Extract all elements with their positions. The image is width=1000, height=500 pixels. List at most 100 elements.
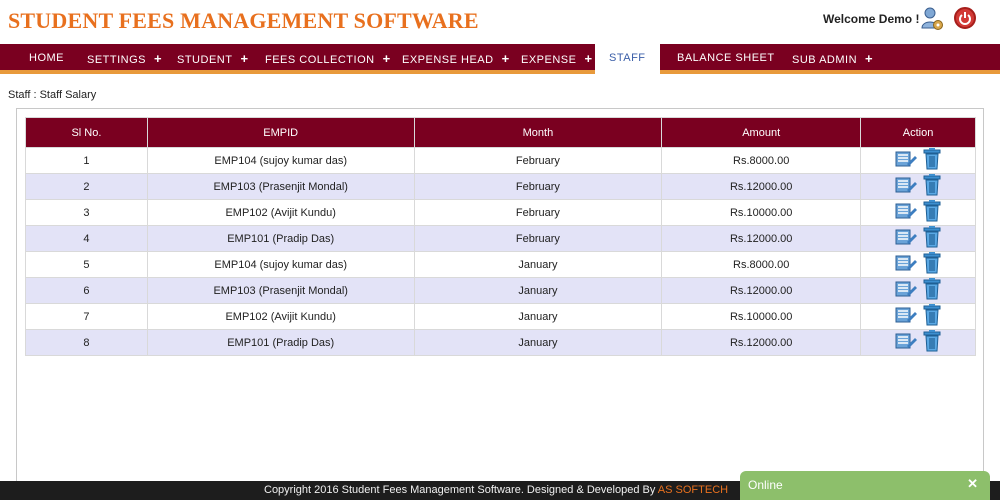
cell-amount: Rs.8000.00 — [661, 147, 862, 174]
logout-power-icon[interactable] — [954, 7, 976, 29]
cell-month: January — [413, 329, 663, 356]
chat-status-label: Online — [748, 478, 783, 492]
page: STUDENT FEES MANAGEMENT SOFTWARE Welcome… — [0, 0, 1000, 500]
nav-sub-admin[interactable]: SUB ADMIN + — [792, 44, 873, 70]
cell-action — [860, 251, 976, 278]
cell-amount: Rs.12000.00 — [661, 225, 862, 252]
edit-icon[interactable] — [895, 280, 918, 301]
nav-expense-head[interactable]: EXPENSE HEAD + — [402, 44, 510, 70]
nav-staff[interactable]: STAFF — [595, 44, 660, 74]
col-header-month: Month — [413, 117, 663, 148]
table-row: 5 EMP104 (sujoy kumar das) January Rs.8000.… — [25, 251, 976, 278]
cell-action — [860, 199, 976, 226]
cell-sl: 3 — [25, 199, 148, 226]
cell-amount: Rs.12000.00 — [661, 173, 862, 200]
user-settings-icon[interactable] — [920, 6, 944, 32]
cell-empid: EMP104 (sujoy kumar das) — [146, 251, 415, 278]
cell-sl: 4 — [25, 225, 148, 252]
edit-icon[interactable] — [895, 150, 918, 171]
table-header-row: Sl No. EMPID Month Amount Action — [25, 117, 976, 148]
welcome-text: Welcome Demo ! — [823, 12, 920, 26]
nav-settings-label: SETTINGS — [87, 54, 147, 66]
cell-amount: Rs.12000.00 — [661, 329, 862, 356]
cell-empid: EMP102 (Avijit Kundu) — [146, 303, 415, 330]
nav-balance-sheet-label: BALANCE SHEET — [677, 52, 775, 64]
nav-home[interactable]: HOME — [29, 44, 64, 70]
table-row: 4 EMP101 (Pradip Das) February Rs.12000.00 — [25, 225, 976, 252]
table-row: 8 EMP101 (Pradip Das) January Rs.12000.00 — [25, 329, 976, 356]
online-chat-widget[interactable]: Online ✕ — [740, 471, 990, 500]
delete-icon[interactable] — [923, 148, 941, 173]
edit-icon[interactable] — [895, 228, 918, 249]
cell-month: February — [413, 225, 663, 252]
delete-icon[interactable] — [923, 252, 941, 277]
nav-student[interactable]: STUDENT + — [177, 44, 249, 70]
delete-icon[interactable] — [923, 174, 941, 199]
cell-empid: EMP102 (Avijit Kundu) — [146, 199, 415, 226]
developer-link[interactable]: AS SOFTECH — [658, 484, 728, 496]
cell-action — [860, 277, 976, 304]
cell-sl: 8 — [25, 329, 148, 356]
table-row: 1 EMP104 (sujoy kumar das) February Rs.8000… — [25, 147, 976, 174]
nav-settings[interactable]: SETTINGS + — [87, 44, 162, 70]
cell-empid: EMP103 (Prasenjit Mondal) — [146, 173, 415, 200]
cell-amount: Rs.12000.00 — [661, 277, 862, 304]
nav-fees-collection[interactable]: FEES COLLECTION + — [265, 44, 391, 70]
table-row: 2 EMP103 (Prasenjit Mondal) February Rs.120… — [25, 173, 976, 200]
cell-action — [860, 303, 976, 330]
col-header-sl: Sl No. — [25, 117, 148, 148]
staff-salary-panel: Sl No. EMPID Month Amount Action 1 EMP104… — [16, 108, 984, 483]
table-row: 3 EMP102 (Avijit Kundu) February Rs.10000.0… — [25, 199, 976, 226]
delete-icon[interactable] — [923, 226, 941, 251]
plus-icon: + — [865, 51, 874, 66]
cell-sl: 7 — [25, 303, 148, 330]
nav-expense-label: EXPENSE — [521, 54, 577, 66]
app-title: STUDENT FEES MANAGEMENT SOFTWARE — [8, 8, 479, 33]
nav-student-label: STUDENT — [177, 54, 233, 66]
delete-icon[interactable] — [923, 278, 941, 303]
edit-icon[interactable] — [895, 202, 918, 223]
delete-icon[interactable] — [923, 304, 941, 329]
close-icon[interactable]: ✕ — [967, 476, 978, 492]
nav-balance-sheet[interactable]: BALANCE SHEET — [677, 44, 775, 70]
edit-icon[interactable] — [895, 176, 918, 197]
cell-month: February — [413, 147, 663, 174]
table-body: 1 EMP104 (sujoy kumar das) February Rs.8000… — [25, 147, 976, 356]
edit-icon[interactable] — [895, 254, 918, 275]
cell-amount: Rs.10000.00 — [661, 199, 862, 226]
staff-salary-table: Sl No. EMPID Month Amount Action 1 EMP104… — [25, 117, 976, 356]
cell-month: February — [413, 173, 663, 200]
cell-action — [860, 329, 976, 356]
col-header-amount: Amount — [661, 117, 862, 148]
cell-sl: 5 — [25, 251, 148, 278]
cell-empid: EMP101 (Pradip Das) — [146, 329, 415, 356]
header: STUDENT FEES MANAGEMENT SOFTWARE Welcome… — [0, 0, 1000, 44]
cell-empid: EMP104 (sujoy kumar das) — [146, 147, 415, 174]
cell-month: January — [413, 251, 663, 278]
table-row: 6 EMP103 (Prasenjit Mondal) January Rs.1200… — [25, 277, 976, 304]
cell-month: January — [413, 303, 663, 330]
edit-icon[interactable] — [895, 332, 918, 353]
cell-amount: Rs.10000.00 — [661, 303, 862, 330]
plus-icon: + — [501, 51, 510, 66]
cell-action — [860, 147, 976, 174]
cell-action — [860, 225, 976, 252]
nav-expense[interactable]: EXPENSE + — [521, 44, 593, 70]
cell-month: January — [413, 277, 663, 304]
main-nav: HOME SETTINGS + STUDENT + FEES COLLECTION +… — [0, 44, 1000, 74]
table-row: 7 EMP102 (Avijit Kundu) January Rs.10000.00 — [25, 303, 976, 330]
footer-text: Copyright 2016 Student Fees Management S… — [264, 484, 658, 496]
plus-icon: + — [154, 51, 163, 66]
delete-icon[interactable] — [923, 200, 941, 225]
delete-icon[interactable] — [923, 330, 941, 355]
plus-icon: + — [240, 51, 249, 66]
nav-expense-head-label: EXPENSE HEAD — [402, 54, 494, 66]
footer-copyright: Copyright 2016 Student Fees Management S… — [264, 484, 728, 496]
edit-icon[interactable] — [895, 306, 918, 327]
col-header-action: Action — [860, 117, 976, 148]
cell-month: February — [413, 199, 663, 226]
cell-sl: 1 — [25, 147, 148, 174]
nav-staff-label: STAFF — [609, 52, 646, 64]
cell-action — [860, 173, 976, 200]
nav-home-label: HOME — [29, 52, 64, 64]
